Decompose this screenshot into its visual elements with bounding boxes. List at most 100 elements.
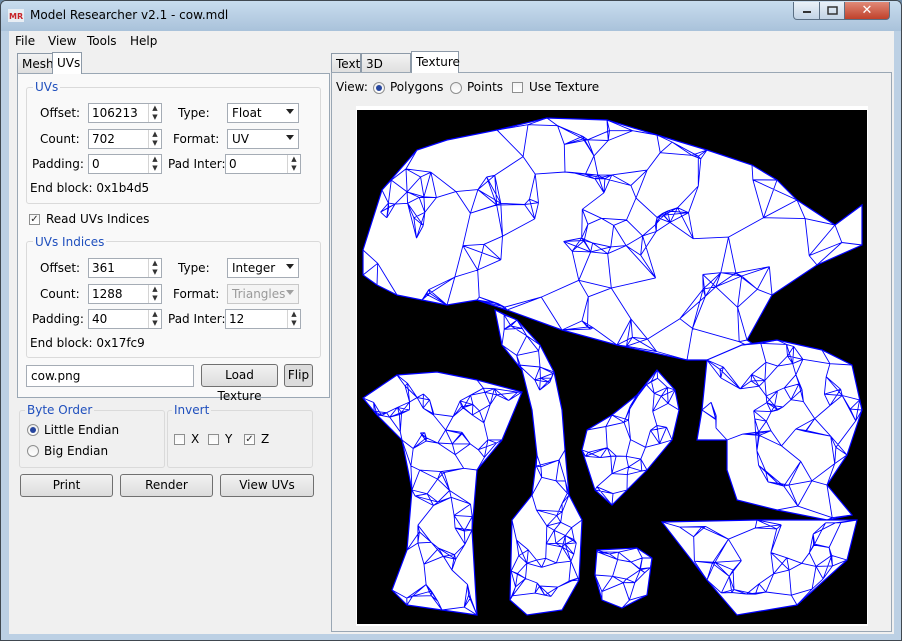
view-uvs-button[interactable]: View UVs xyxy=(220,474,314,497)
uv-canvas-frame xyxy=(356,106,868,626)
spin-arrows-icon[interactable]: ▲ ▼ xyxy=(148,310,161,328)
count-spinbox[interactable]: 702 ▲ ▼ xyxy=(88,129,162,149)
little-endian-radio[interactable] xyxy=(27,424,39,436)
invert-y-checkbox[interactable] xyxy=(208,434,219,445)
indices-padding-label: Padding: xyxy=(32,312,84,326)
padding-spinbox[interactable]: 0 ▲ ▼ xyxy=(88,154,162,174)
app-icon: MR xyxy=(8,9,24,22)
close-icon: ✕ xyxy=(861,3,873,18)
print-button[interactable]: Print xyxy=(20,474,113,497)
client-area: File View Tools Help Mesh UVs UVs Offset… xyxy=(9,31,894,634)
invert-z-checkbox[interactable]: ✓ xyxy=(244,434,255,445)
tab-text-label: Text xyxy=(336,57,361,71)
polygons-radio[interactable] xyxy=(373,82,385,94)
polygons-label: Polygons xyxy=(390,80,444,94)
uv-island-hoof xyxy=(594,547,653,609)
texture-panel: View: Polygons Points Use Texture xyxy=(331,72,892,632)
padding-label: Padding: xyxy=(32,157,84,171)
indices-offset-label: Offset: xyxy=(40,261,81,275)
minimize-icon xyxy=(802,10,811,13)
spin-arrows-icon[interactable]: ▲ ▼ xyxy=(148,130,161,148)
use-texture-checkbox[interactable] xyxy=(512,82,523,93)
byte-order-title: Byte Order xyxy=(25,403,95,417)
uv-island-neck xyxy=(494,308,583,616)
type-value: Float xyxy=(232,106,262,120)
padding-value: 0 xyxy=(92,157,100,171)
big-endian-label: Big Endian xyxy=(44,444,109,458)
count-value: 702 xyxy=(92,132,115,146)
title-bar[interactable]: MR Model Researcher v2.1 - cow.mdl ✕ xyxy=(1,1,901,31)
invert-title: Invert xyxy=(172,403,212,417)
indices-end-block: End block: 0x17fc9 xyxy=(30,336,145,350)
pad-inter-value: 0 xyxy=(229,157,237,171)
format-combo[interactable]: UV xyxy=(227,129,299,149)
format-label: Format: xyxy=(173,132,220,146)
menu-file[interactable]: File xyxy=(15,34,35,48)
spin-arrows-icon[interactable]: ▲ ▼ xyxy=(287,310,300,328)
close-button[interactable]: ✕ xyxy=(844,2,890,20)
format-value: UV xyxy=(232,132,249,146)
chevron-down-icon xyxy=(286,290,294,295)
tab-3d-view[interactable]: 3D View xyxy=(361,53,411,85)
indices-pad-inter-spinbox[interactable]: 12 ▲ ▼ xyxy=(225,309,301,329)
spin-arrows-icon[interactable]: ▲ ▼ xyxy=(148,285,161,303)
indices-format-value: Triangles xyxy=(232,287,286,301)
pad-inter-spinbox[interactable]: 0 ▲ ▼ xyxy=(225,154,301,174)
points-radio[interactable] xyxy=(450,82,462,94)
menu-tools[interactable]: Tools xyxy=(87,34,117,48)
maximize-icon xyxy=(826,6,838,15)
load-texture-button[interactable]: Load Texture xyxy=(201,364,278,403)
read-indices-label: Read UVs Indices xyxy=(46,212,150,226)
menu-help[interactable]: Help xyxy=(130,34,157,48)
texture-file-value: cow.png xyxy=(31,369,81,383)
big-endian-radio[interactable] xyxy=(27,445,39,457)
flip-button[interactable]: Flip xyxy=(284,364,313,387)
tab-texture-label: Texture xyxy=(416,55,460,69)
texture-file-input[interactable]: cow.png xyxy=(26,365,194,387)
menu-bar: File View Tools Help xyxy=(9,31,894,51)
tab-texture[interactable]: Texture xyxy=(411,51,460,73)
uv-island-outline xyxy=(362,117,863,361)
indices-format-combo[interactable]: Triangles xyxy=(227,284,299,304)
chevron-down-icon xyxy=(286,264,294,269)
indices-type-value: Integer xyxy=(232,261,276,275)
indices-count-spinbox[interactable]: 1288 ▲ ▼ xyxy=(88,284,162,304)
uvs-indices-group-title: UVs Indices xyxy=(33,235,107,249)
points-label: Points xyxy=(467,80,504,94)
uv-island-outline xyxy=(362,371,523,616)
spin-arrows-icon[interactable]: ▲ ▼ xyxy=(148,155,161,173)
indices-offset-value: 361 xyxy=(92,261,115,275)
tab-mesh[interactable]: Mesh xyxy=(17,53,54,73)
uv-wireframe xyxy=(362,117,863,616)
app-icon-text: MR xyxy=(9,12,23,21)
menu-view[interactable]: View xyxy=(48,34,76,48)
indices-format-label: Format: xyxy=(173,287,220,301)
uvs-end-block: End block: 0x1b4d5 xyxy=(30,181,150,195)
render-button[interactable]: Render xyxy=(120,474,213,497)
uvs-group-title: UVs xyxy=(33,80,61,94)
pad-inter-label: Pad Inter: xyxy=(168,157,226,171)
byte-order-group xyxy=(19,410,165,468)
spin-arrows-icon[interactable]: ▲ ▼ xyxy=(148,104,161,122)
uv-canvas[interactable] xyxy=(357,110,867,624)
spin-arrows-icon[interactable]: ▲ ▼ xyxy=(287,155,300,173)
invert-group xyxy=(167,410,313,468)
invert-x-checkbox[interactable] xyxy=(174,434,185,445)
indices-offset-spinbox[interactable]: 361 ▲ ▼ xyxy=(88,258,162,278)
minimize-button[interactable] xyxy=(793,2,820,20)
tab-uvs[interactable]: UVs xyxy=(52,52,82,74)
spin-arrows-icon[interactable]: ▲ ▼ xyxy=(148,259,161,277)
uv-island-head xyxy=(362,117,863,361)
tab-uvs-label: UVs xyxy=(57,56,81,70)
maximize-button[interactable] xyxy=(819,2,845,20)
read-indices-checkbox[interactable]: ✓ xyxy=(29,214,40,225)
type-label: Type: xyxy=(178,106,210,120)
type-combo[interactable]: Float xyxy=(227,103,299,123)
indices-padding-spinbox[interactable]: 40 ▲ ▼ xyxy=(88,309,162,329)
indices-type-combo[interactable]: Integer xyxy=(227,258,299,278)
chevron-down-icon xyxy=(286,135,294,140)
tab-mesh-label: Mesh xyxy=(22,57,54,71)
offset-spinbox[interactable]: 106213 ▲ ▼ xyxy=(88,103,162,123)
offset-label: Offset: xyxy=(40,106,81,120)
tab-text[interactable]: Text xyxy=(331,53,361,73)
